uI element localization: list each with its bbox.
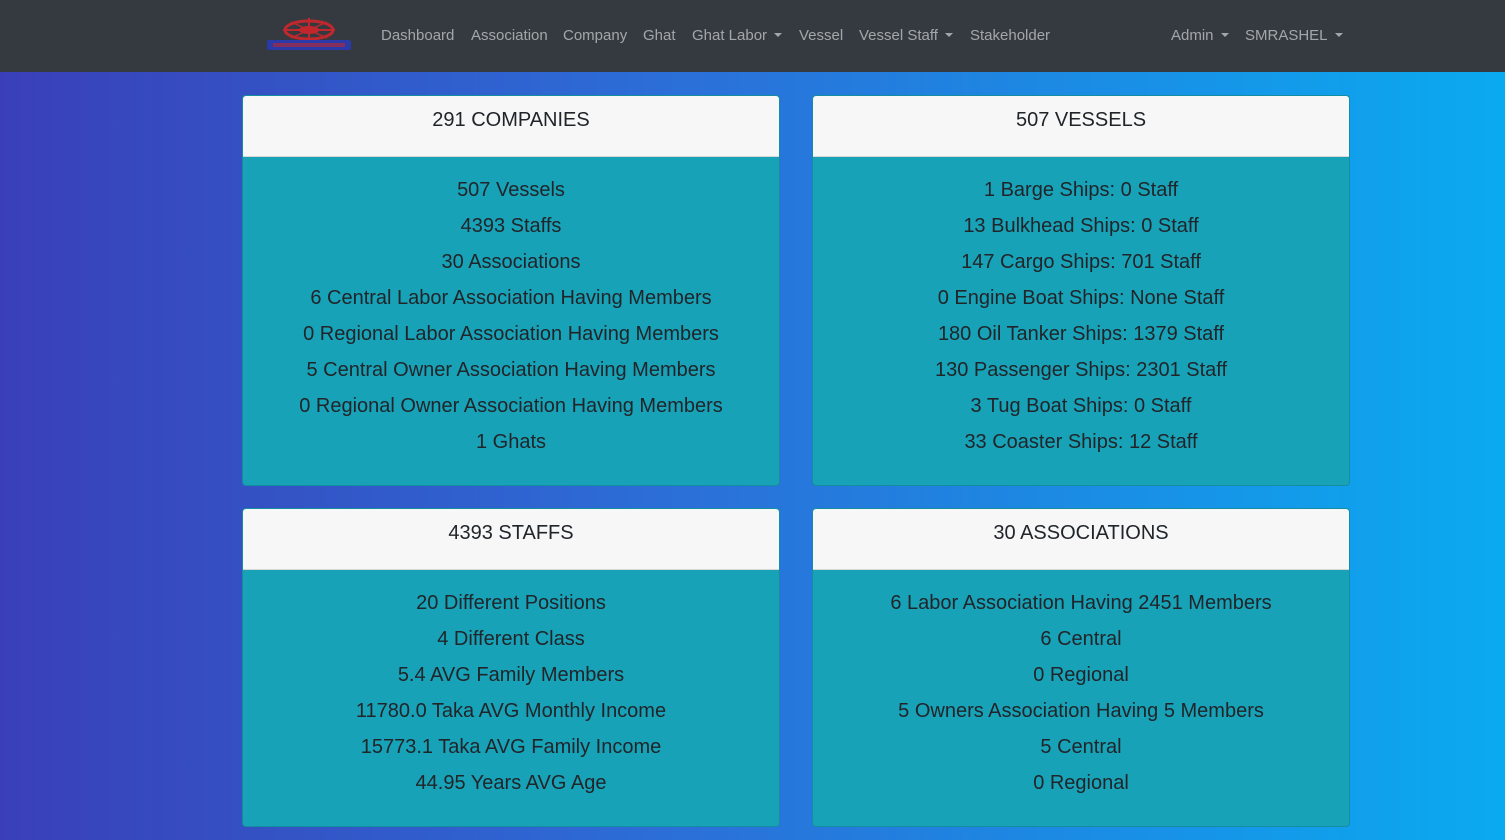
associations-card-body: 6 Labor Association Having 2451 Members … bbox=[813, 570, 1349, 807]
associations-stat-line: 0 Regional bbox=[1033, 664, 1129, 686]
nav-ghat[interactable]: Ghat bbox=[643, 27, 676, 45]
companies-card-title: 291 COMPANIES bbox=[243, 96, 779, 157]
staffs-stat-line: 15773.1 Taka AVG Family Income bbox=[360, 736, 662, 758]
top-navbar: Dashboard Association Company Ghat Ghat … bbox=[0, 0, 1505, 72]
companies-stat-line: 6 Central Labor Association Having Membe… bbox=[310, 287, 712, 309]
companies-stat-line: 1 Ghats bbox=[475, 431, 547, 453]
caret-down-icon bbox=[1220, 33, 1229, 37]
nav-vessel[interactable]: Vessel bbox=[799, 27, 843, 45]
companies-stat-line: 507 Vessels bbox=[457, 179, 565, 201]
companies-stat-line: 30 Associations bbox=[441, 251, 581, 273]
nav-user-label: SMRASHEL bbox=[1245, 27, 1328, 44]
companies-stat-line: 5 Central Owner Association Having Membe… bbox=[306, 359, 716, 381]
ship-wheel-logo-icon bbox=[267, 18, 351, 50]
staffs-stat-line: 44.95 Years AVG Age bbox=[415, 772, 607, 794]
nav-vessel-staff-label: Vessel Staff bbox=[859, 27, 938, 44]
vessels-stat-line: 13 Bulkhead Ships: 0 Staff bbox=[963, 215, 1199, 237]
staffs-stat-line: 20 Different Positions bbox=[416, 592, 606, 614]
staffs-card: 4393 STAFFS 20 Different Positions 4 Dif… bbox=[242, 508, 780, 827]
staffs-stat-line: 4 Different Class bbox=[437, 628, 585, 650]
associations-stat-line: 5 Owners Association Having 5 Members bbox=[898, 700, 1264, 722]
companies-stat-line: 4393 Staffs bbox=[460, 215, 562, 237]
companies-card: 291 COMPANIES 507 Vessels 4393 Staffs 30… bbox=[242, 95, 780, 486]
nav-dashboard[interactable]: Dashboard bbox=[381, 27, 454, 45]
staffs-card-body: 20 Different Positions 4 Different Class… bbox=[243, 570, 779, 807]
staffs-stat-line: 5.4 AVG Family Members bbox=[397, 664, 625, 686]
staffs-card-title: 4393 STAFFS bbox=[243, 509, 779, 570]
vessels-stat-line: 33 Coaster Ships: 12 Staff bbox=[964, 431, 1198, 453]
vessels-stat-line: 0 Engine Boat Ships: None Staff bbox=[937, 287, 1225, 309]
associations-stat-line: 6 Central bbox=[1040, 628, 1122, 650]
caret-down-icon bbox=[944, 33, 953, 37]
nav-company[interactable]: Company bbox=[563, 27, 627, 45]
nav-admin-dropdown[interactable]: Admin bbox=[1171, 27, 1229, 45]
vessels-stat-line: 180 Oil Tanker Ships: 1379 Staff bbox=[937, 323, 1225, 345]
associations-card: 30 ASSOCIATIONS 6 Labor Association Havi… bbox=[812, 508, 1350, 827]
associations-stat-line: 0 Regional bbox=[1033, 772, 1129, 794]
nav-ghat-labor-dropdown[interactable]: Ghat Labor bbox=[692, 27, 783, 45]
nav-admin-label: Admin bbox=[1171, 27, 1214, 44]
companies-card-body: 507 Vessels 4393 Staffs 30 Associations … bbox=[243, 157, 779, 466]
companies-stat-line: 0 Regional Owner Association Having Memb… bbox=[299, 395, 723, 417]
vessels-stat-line: 1 Barge Ships: 0 Staff bbox=[983, 179, 1179, 201]
companies-stat-line: 0 Regional Labor Association Having Memb… bbox=[303, 323, 719, 345]
nav-vessel-staff-dropdown[interactable]: Vessel Staff bbox=[859, 27, 953, 45]
vessels-stat-line: 147 Cargo Ships: 701 Staff bbox=[961, 251, 1201, 273]
associations-card-title: 30 ASSOCIATIONS bbox=[813, 509, 1349, 570]
vessels-stat-line: 130 Passenger Ships: 2301 Staff bbox=[934, 359, 1228, 381]
nav-stakeholder[interactable]: Stakeholder bbox=[970, 27, 1050, 45]
vessels-card-title: 507 VESSELS bbox=[813, 96, 1349, 157]
vessels-stat-line: 3 Tug Boat Ships: 0 Staff bbox=[970, 395, 1192, 417]
nav-ghat-labor-label: Ghat Labor bbox=[692, 27, 768, 44]
associations-stat-line: 5 Central bbox=[1040, 736, 1122, 758]
staffs-stat-line: 11780.0 Taka AVG Monthly Income bbox=[355, 700, 667, 722]
vessels-card: 507 VESSELS 1 Barge Ships: 0 Staff 13 Bu… bbox=[812, 95, 1350, 486]
brand-logo[interactable] bbox=[263, 18, 355, 54]
nav-user-dropdown[interactable]: SMRASHEL bbox=[1245, 27, 1343, 45]
caret-down-icon bbox=[774, 33, 783, 37]
associations-stat-line: 6 Labor Association Having 2451 Members bbox=[890, 592, 1272, 614]
nav-association[interactable]: Association bbox=[471, 27, 548, 45]
vessels-card-body: 1 Barge Ships: 0 Staff 13 Bulkhead Ships… bbox=[813, 157, 1349, 466]
caret-down-icon bbox=[1334, 33, 1343, 37]
